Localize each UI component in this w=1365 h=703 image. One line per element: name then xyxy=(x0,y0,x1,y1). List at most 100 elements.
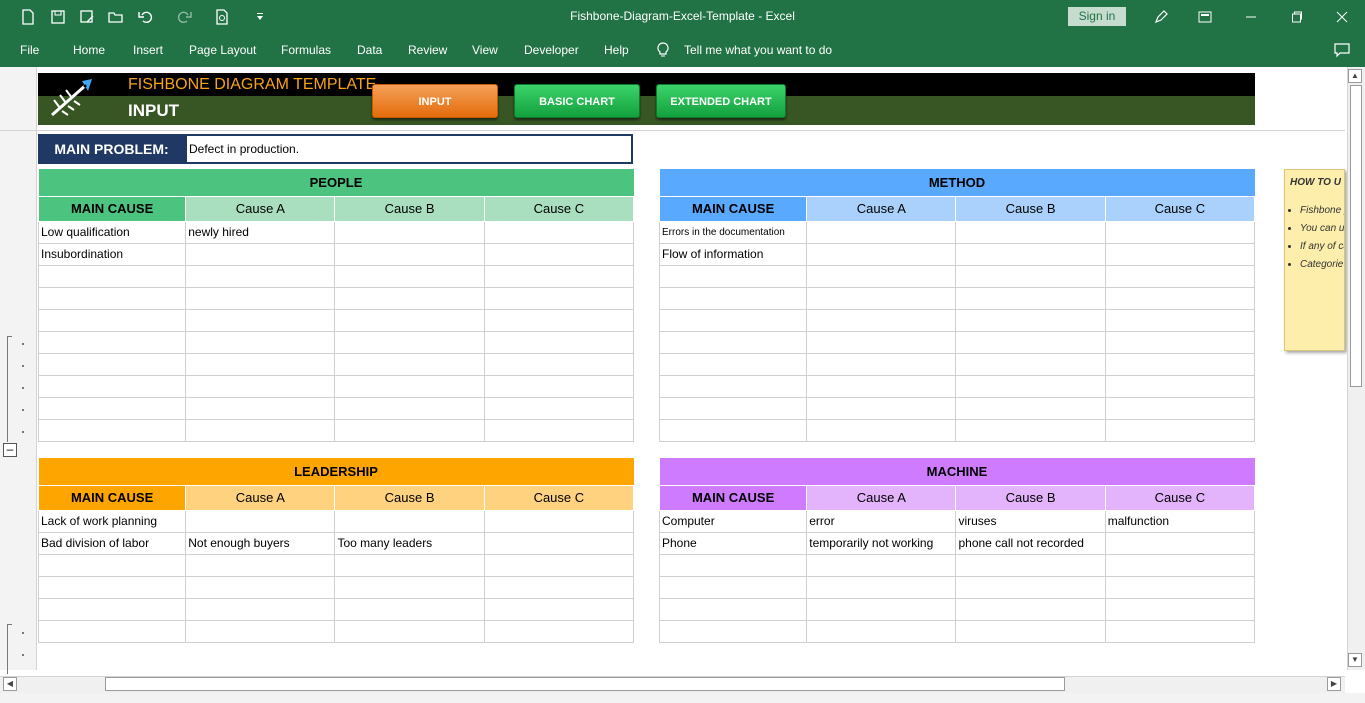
cell[interactable] xyxy=(483,575,635,599)
cell[interactable] xyxy=(658,264,808,288)
cell[interactable] xyxy=(334,264,485,288)
cell[interactable] xyxy=(483,352,635,376)
cell[interactable]: error xyxy=(806,509,957,533)
cell[interactable] xyxy=(1104,220,1256,244)
cell[interactable] xyxy=(955,330,1106,354)
cell[interactable] xyxy=(483,242,635,266)
cell[interactable] xyxy=(483,220,635,244)
undo-icon[interactable] xyxy=(136,7,156,27)
cell[interactable] xyxy=(1104,418,1256,442)
cell[interactable] xyxy=(1104,531,1256,555)
cell[interactable] xyxy=(955,220,1106,244)
cell[interactable] xyxy=(806,286,957,310)
tab-help[interactable]: Help xyxy=(604,43,629,57)
minimize-icon[interactable] xyxy=(1240,6,1262,28)
cell[interactable] xyxy=(37,575,187,599)
save-icon[interactable] xyxy=(48,7,68,27)
cell[interactable] xyxy=(185,509,336,533)
cell[interactable] xyxy=(185,242,336,266)
main-problem-input[interactable]: Defect in production. xyxy=(185,134,633,164)
horizontal-scroll-thumb[interactable] xyxy=(105,677,1065,691)
cell[interactable] xyxy=(1104,286,1256,310)
cell[interactable] xyxy=(185,286,336,310)
cell[interactable] xyxy=(658,330,808,354)
cell[interactable] xyxy=(483,619,635,643)
cell[interactable] xyxy=(185,396,336,420)
cell[interactable] xyxy=(483,286,635,310)
customize-toolbar-icon[interactable] xyxy=(250,7,270,27)
cell[interactable]: Computer xyxy=(658,509,808,533)
cell[interactable] xyxy=(806,418,957,442)
tab-page-layout[interactable]: Page Layout xyxy=(189,43,256,57)
cell[interactable] xyxy=(334,242,485,266)
scroll-right-arrow-icon[interactable]: ▶ xyxy=(1327,677,1341,691)
cell[interactable] xyxy=(658,553,808,577)
cell[interactable] xyxy=(185,575,336,599)
tab-formulas[interactable]: Formulas xyxy=(281,43,331,57)
cell[interactable] xyxy=(37,597,187,621)
cell[interactable] xyxy=(483,308,635,332)
cell[interactable] xyxy=(334,575,485,599)
cell[interactable] xyxy=(658,597,808,621)
cell[interactable]: Phone xyxy=(658,531,808,555)
cell[interactable] xyxy=(37,553,187,577)
cell[interactable]: Insubordination xyxy=(37,242,187,266)
cell[interactable] xyxy=(37,308,187,332)
print-preview-icon[interactable] xyxy=(212,7,232,27)
cell[interactable] xyxy=(658,374,808,398)
new-file-icon[interactable] xyxy=(18,7,38,27)
cell[interactable] xyxy=(1104,264,1256,288)
cell[interactable] xyxy=(955,396,1106,420)
tab-data[interactable]: Data xyxy=(357,43,382,57)
cell[interactable] xyxy=(658,352,808,376)
sign-in-button[interactable]: Sign in xyxy=(1068,7,1126,26)
cell[interactable] xyxy=(955,242,1106,266)
cell[interactable] xyxy=(483,418,635,442)
cell[interactable]: phone call not recorded xyxy=(955,531,1106,555)
cell[interactable] xyxy=(1104,374,1256,398)
cell[interactable] xyxy=(806,597,957,621)
vertical-scroll-thumb[interactable] xyxy=(1350,85,1362,387)
cell[interactable] xyxy=(955,308,1106,332)
cell[interactable] xyxy=(185,553,336,577)
cell[interactable] xyxy=(1104,352,1256,376)
scroll-left-arrow-icon[interactable]: ◀ xyxy=(3,677,17,691)
comments-icon[interactable] xyxy=(1334,42,1350,63)
cell[interactable] xyxy=(806,220,957,244)
cell[interactable] xyxy=(955,374,1106,398)
cell[interactable] xyxy=(658,286,808,310)
ribbon-display-icon[interactable] xyxy=(1194,6,1216,28)
cell[interactable] xyxy=(658,308,808,332)
cell[interactable] xyxy=(1104,308,1256,332)
open-folder-icon[interactable] xyxy=(106,7,126,27)
input-button[interactable]: INPUT xyxy=(372,84,498,118)
cell[interactable] xyxy=(1104,553,1256,577)
cell[interactable] xyxy=(955,418,1106,442)
cell[interactable] xyxy=(185,308,336,332)
cell[interactable] xyxy=(658,396,808,420)
cell[interactable] xyxy=(334,553,485,577)
close-icon[interactable] xyxy=(1331,6,1353,28)
cell[interactable] xyxy=(658,575,808,599)
cell[interactable] xyxy=(483,396,635,420)
scroll-down-arrow-icon[interactable]: ▼ xyxy=(1348,653,1362,667)
cell[interactable] xyxy=(1104,597,1256,621)
cell[interactable] xyxy=(37,619,187,643)
cell[interactable] xyxy=(483,553,635,577)
cell[interactable] xyxy=(37,264,187,288)
cell[interactable]: Low qualification xyxy=(37,220,187,244)
cell[interactable] xyxy=(334,352,485,376)
cell[interactable] xyxy=(955,286,1106,310)
cell[interactable] xyxy=(483,264,635,288)
cell[interactable] xyxy=(334,418,485,442)
cell[interactable] xyxy=(37,352,187,376)
cell[interactable]: malfunction xyxy=(1104,509,1256,533)
cell[interactable] xyxy=(806,396,957,420)
cell[interactable] xyxy=(806,553,957,577)
cell[interactable] xyxy=(37,396,187,420)
cell[interactable] xyxy=(1104,242,1256,266)
cell[interactable] xyxy=(806,242,957,266)
tab-insert[interactable]: Insert xyxy=(133,43,163,57)
cell[interactable] xyxy=(806,264,957,288)
cell[interactable]: newly hired xyxy=(185,220,336,244)
